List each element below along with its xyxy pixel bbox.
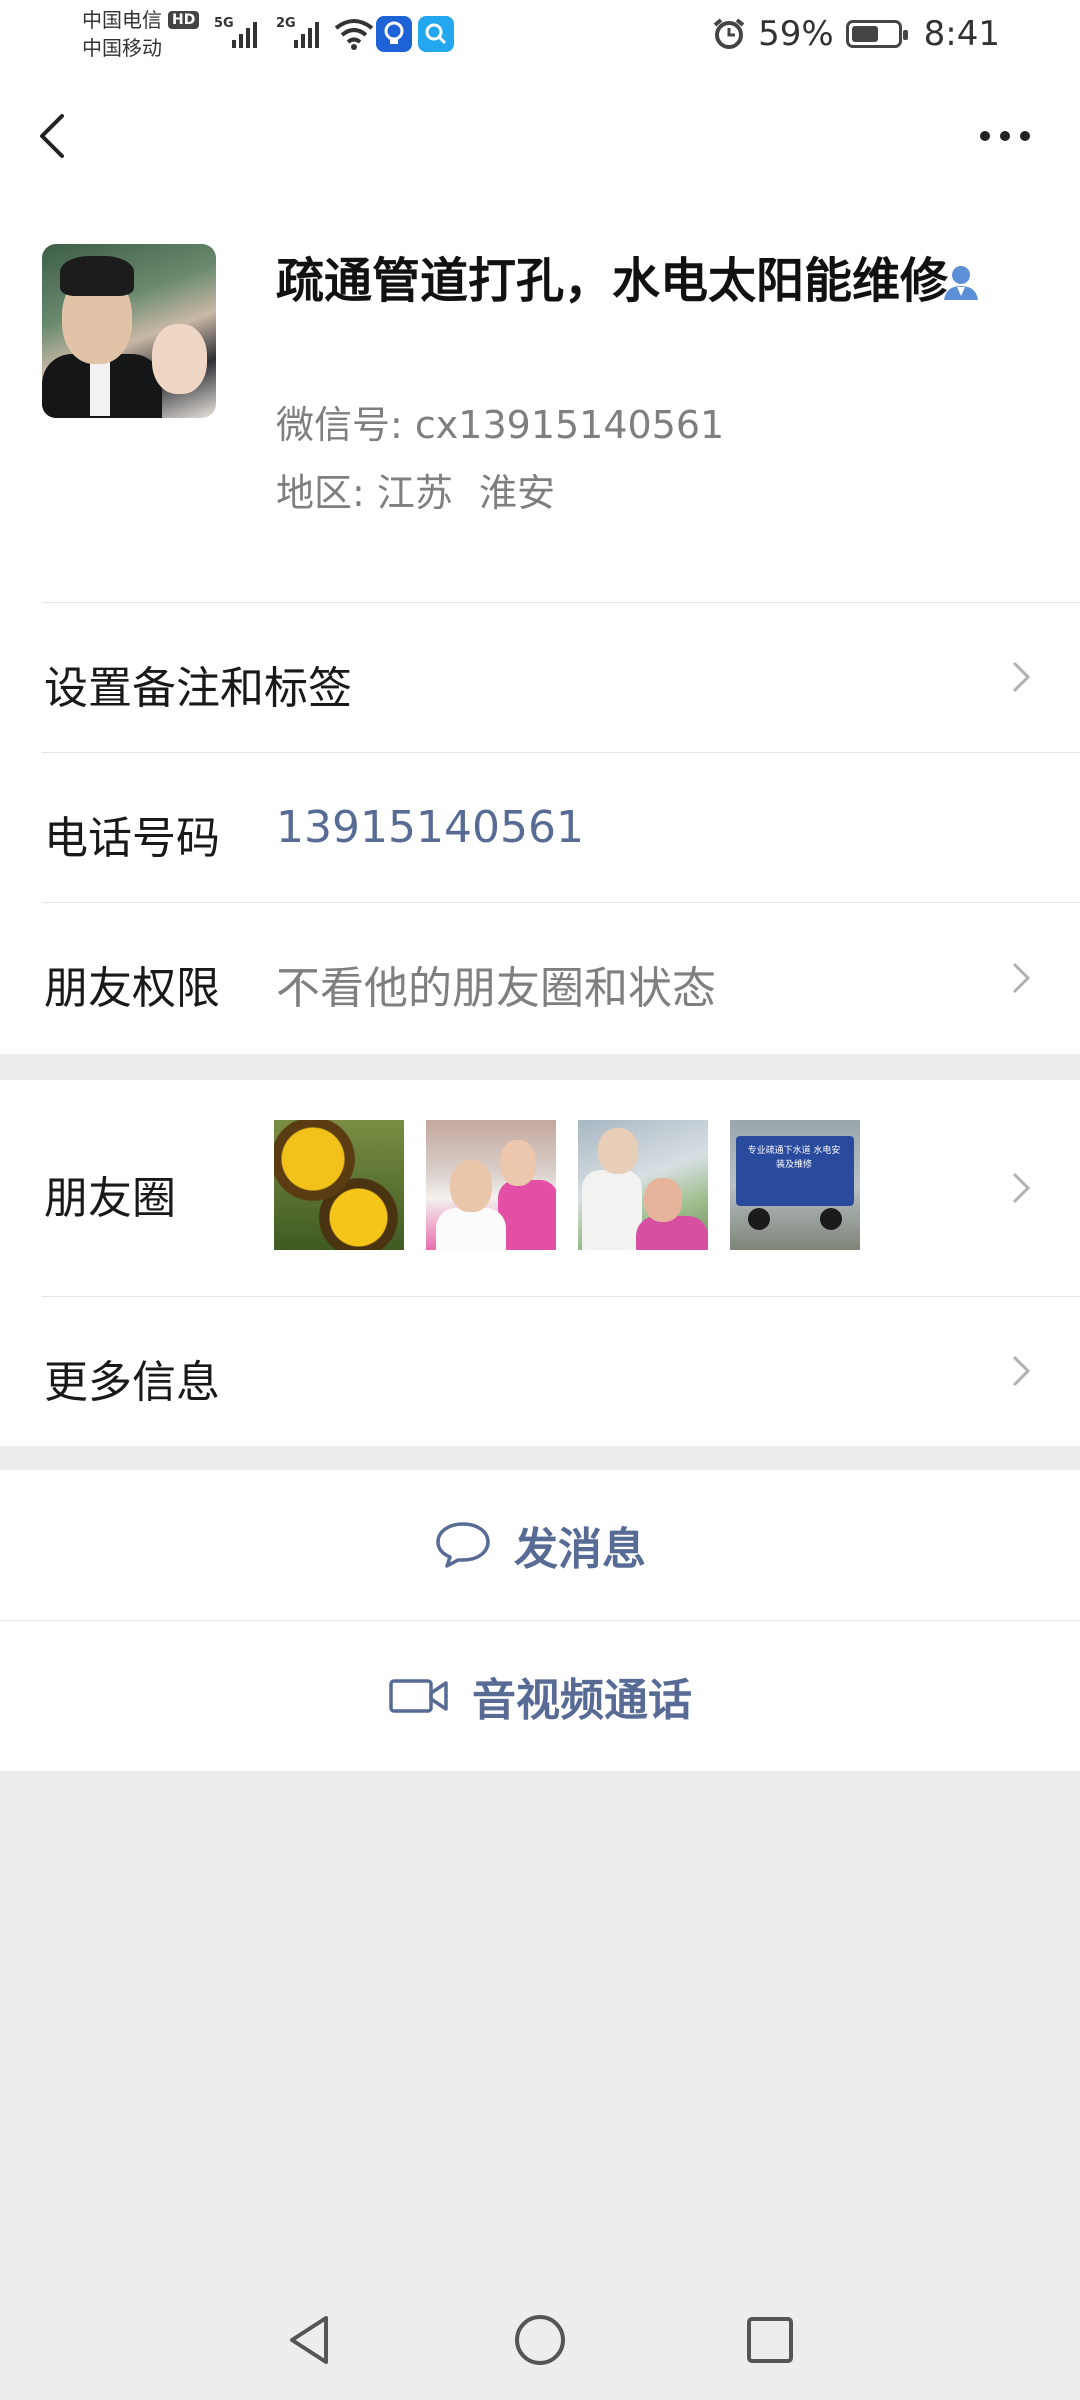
system-recents-icon[interactable]: [740, 2310, 800, 2370]
status-bar: 中国电信 HD 中国移动 5G 2G 59% 8:41: [0, 0, 1080, 72]
more-dots-icon[interactable]: [980, 124, 1040, 148]
chevron-right-icon: [1012, 962, 1031, 994]
row-remark-tags[interactable]: 设置备注和标签: [0, 602, 1080, 752]
network-type-2: 2G: [276, 16, 296, 31]
phone-label: 电话号码: [44, 813, 220, 864]
signal-icon: [232, 22, 257, 48]
video-camera-icon: [389, 1679, 448, 1713]
chevron-right-icon: [1012, 1172, 1031, 1204]
region-label: 地区:: [276, 471, 365, 515]
region-city: 淮安: [479, 471, 556, 515]
profile-header: 疏通管道打孔，水电太阳能维修 微信号: cx13915140561 地区: 江苏…: [0, 200, 1080, 602]
wechat-id-label: 微信号:: [276, 403, 403, 447]
truck-sign-text: 专业疏通下水道 水电安装及维修: [747, 1146, 841, 1170]
verified-person-icon: [944, 266, 978, 300]
row-friend-permission[interactable]: 朋友权限 不看他的朋友圈和状态: [0, 902, 1080, 1054]
more-info-label: 更多信息: [44, 1357, 220, 1408]
battery-percent: 59%: [758, 14, 834, 54]
chevron-left-icon[interactable]: [30, 108, 80, 164]
battery-fill: [851, 26, 878, 42]
status-right: 59% 8:41: [712, 14, 1000, 54]
video-call-button[interactable]: 音视频通话: [0, 1621, 1080, 1771]
alarm-icon: [713, 18, 745, 49]
moments-label: 朋友圈: [44, 1173, 176, 1224]
region: 地区: 江苏 淮安: [276, 462, 555, 517]
row-phone: 电话号码 13915140561: [0, 752, 1080, 902]
moments-thumbnail-couple: [426, 1120, 556, 1250]
signal-icon: [294, 22, 319, 48]
system-home-icon[interactable]: [510, 2310, 570, 2370]
region-province: 江苏: [376, 471, 453, 515]
moments-thumbnail-sunflowers: [274, 1120, 404, 1250]
network-type-1: 5G: [214, 16, 234, 31]
wechat-id: 微信号: cx13915140561: [276, 394, 724, 449]
system-back-icon[interactable]: [280, 2310, 340, 2370]
permission-value: 不看他的朋友圈和状态: [276, 963, 716, 1014]
moments-thumbnail-truck: 专业疏通下水道 水电安装及维修: [730, 1120, 860, 1250]
clock: 8:41: [923, 14, 1000, 54]
wifi-icon: [334, 19, 374, 50]
moments-thumbnail-couple-2: [578, 1120, 708, 1250]
video-call-label: 音视频通话: [472, 1675, 692, 1726]
nickname: 疏通管道打孔，水电太阳能维修: [276, 248, 1016, 314]
remark-label: 设置备注和标签: [44, 663, 352, 714]
nav-bar: [0, 72, 1080, 200]
send-message-button[interactable]: 发消息: [0, 1470, 1080, 1620]
search-app-icon: [418, 16, 454, 52]
phone-number-link[interactable]: 13915140561: [276, 802, 584, 853]
nickname-text: 疏通管道打孔，水电太阳能维修: [276, 253, 949, 309]
battery-icon: [845, 20, 908, 48]
chevron-right-icon: [1012, 661, 1031, 693]
lightbulb-app-icon: [376, 16, 412, 52]
chevron-right-icon: [1012, 1355, 1031, 1387]
avatar[interactable]: [42, 244, 216, 418]
permission-label: 朋友权限: [44, 963, 220, 1014]
send-message-label: 发消息: [514, 1524, 646, 1575]
carrier-info: 中国电信 HD 中国移动: [82, 6, 200, 62]
chat-bubble-icon: [436, 1522, 490, 1568]
row-more-info[interactable]: 更多信息: [0, 1296, 1080, 1446]
moments-thumbnails: 专业疏通下水道 水电安装及维修: [274, 1120, 860, 1250]
wechat-id-value: cx13915140561: [414, 403, 725, 447]
carrier-2: 中国移动: [82, 36, 162, 60]
row-moments[interactable]: 朋友圈 专业疏通下水道 水电安装及维修: [0, 1080, 1080, 1296]
hd-badge: HD: [168, 11, 200, 29]
system-nav-bar: [0, 2280, 1080, 2400]
carrier-1: 中国电信: [82, 8, 162, 32]
